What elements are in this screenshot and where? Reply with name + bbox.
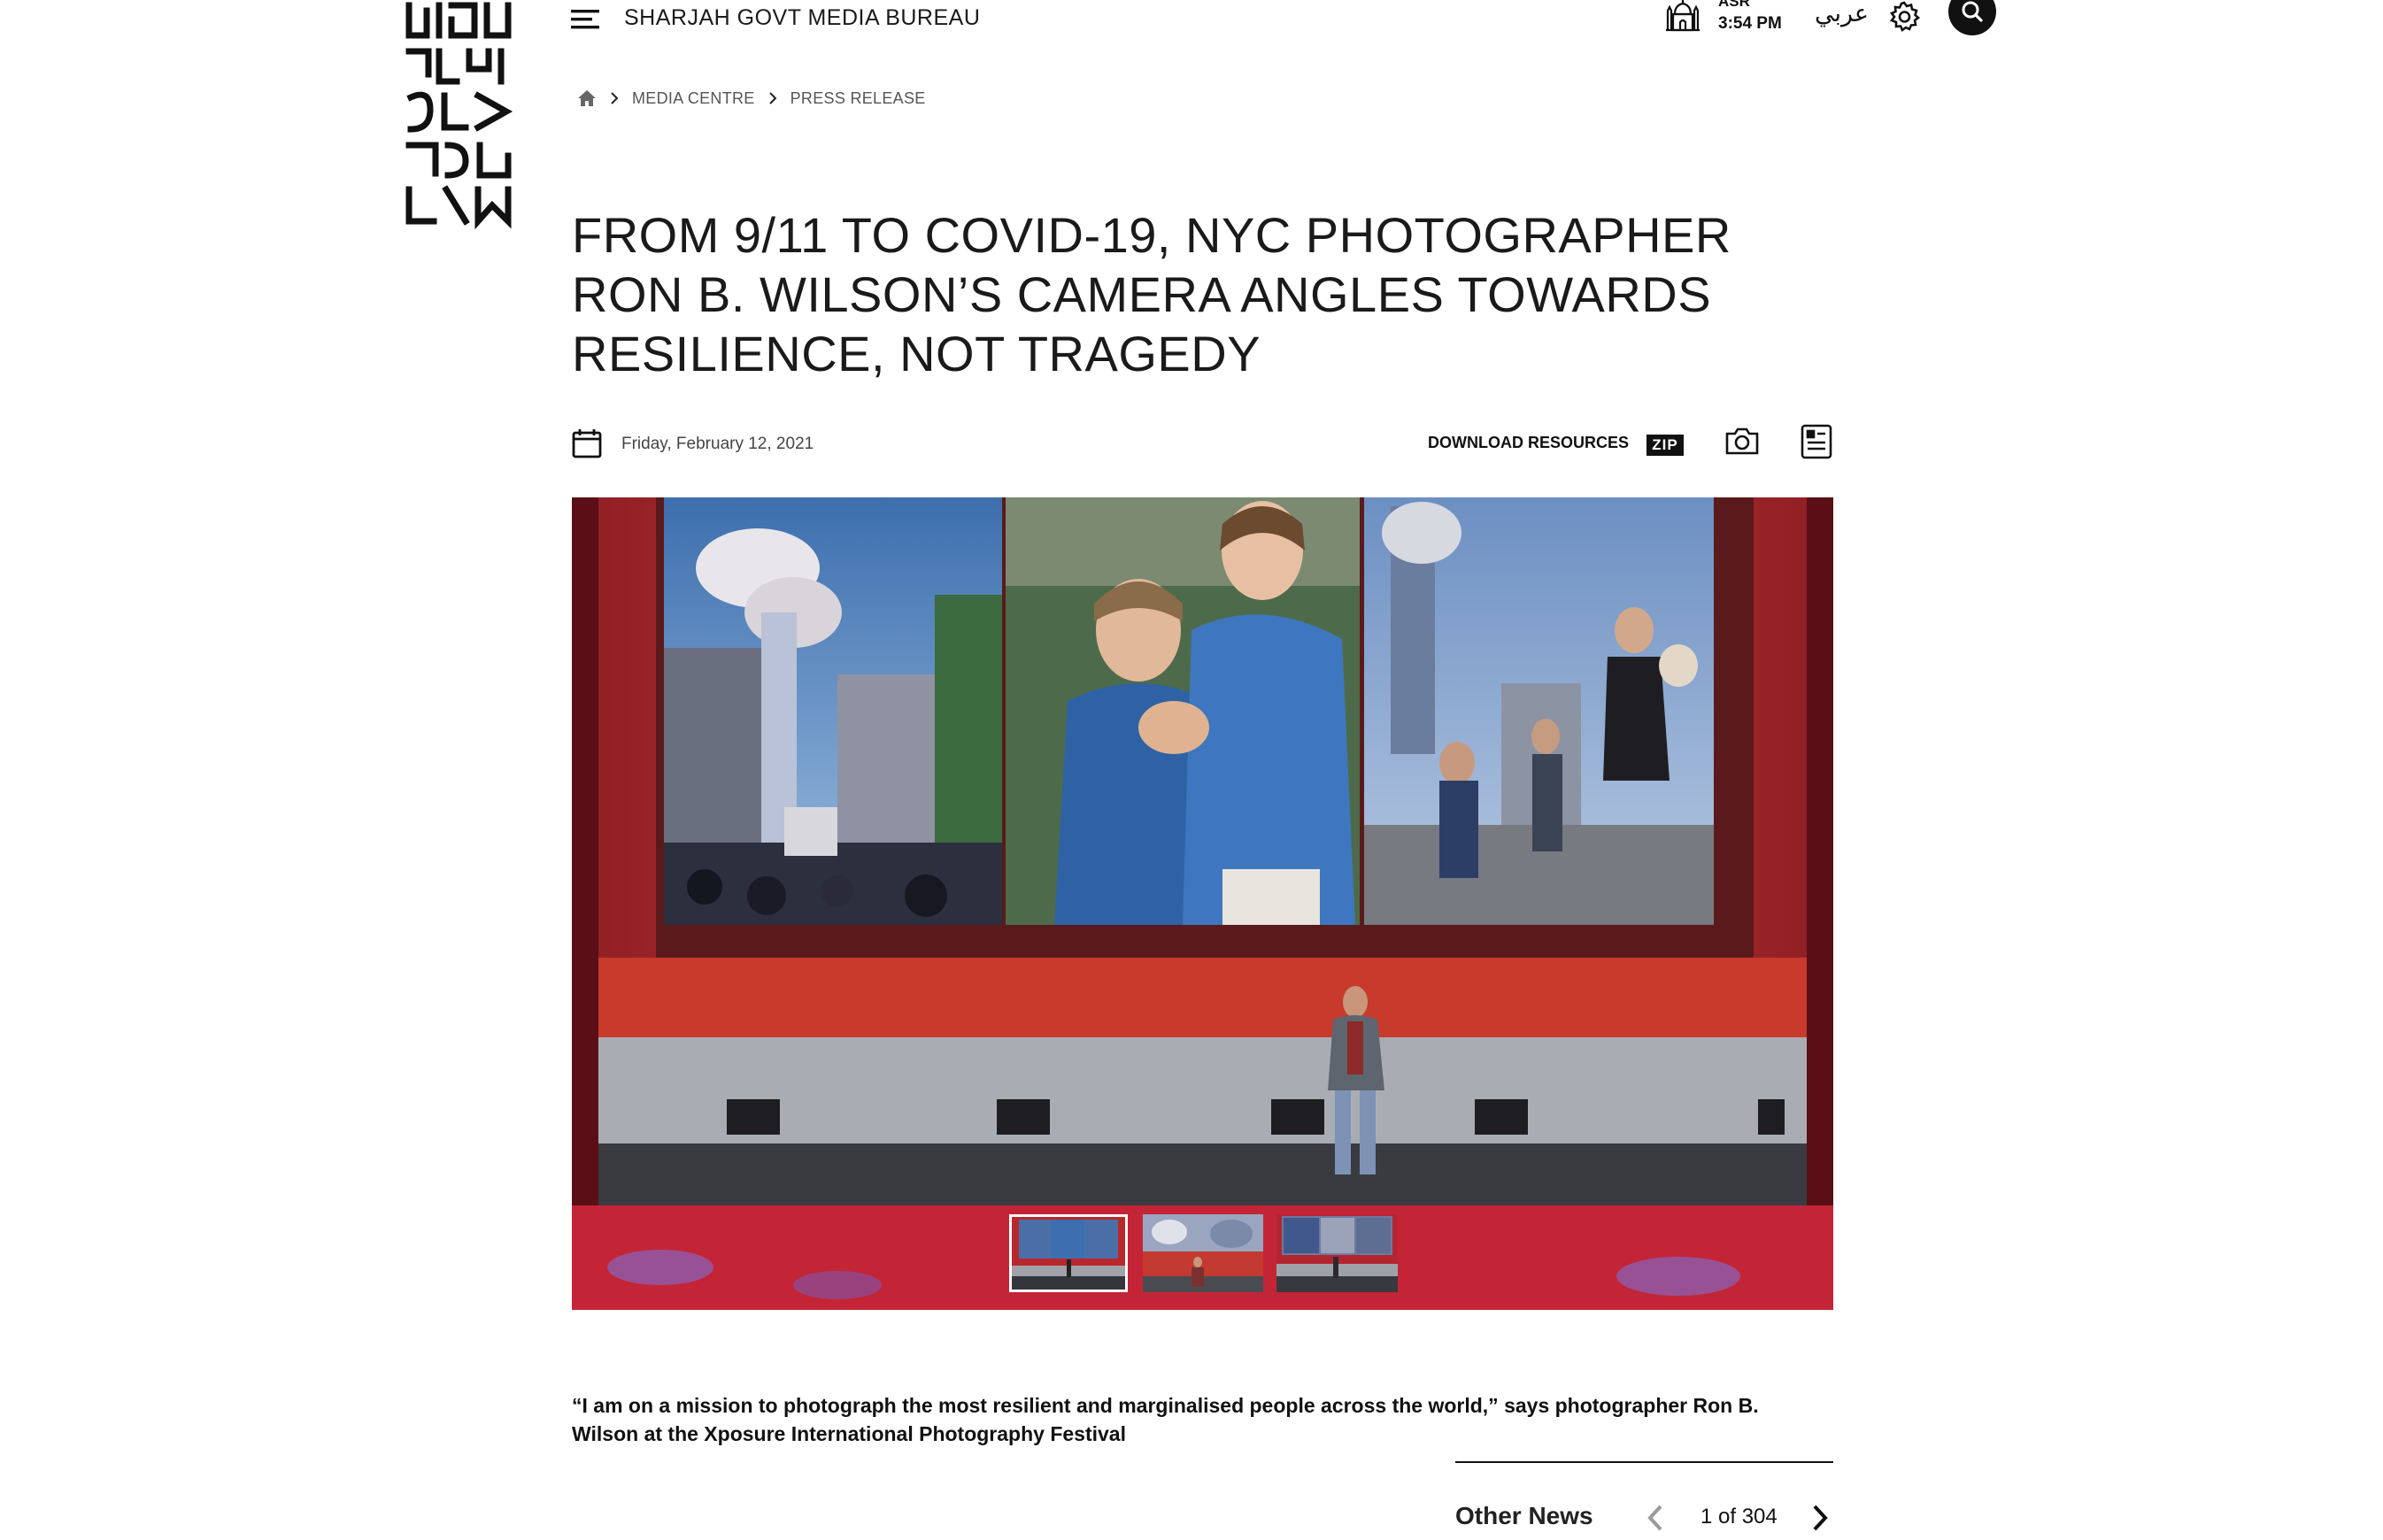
search-icon — [1962, 1, 1983, 22]
article-date: Friday, February 12, 2021 — [621, 435, 814, 453]
home-icon[interactable] — [577, 89, 597, 107]
other-news-next-button[interactable] — [1808, 1503, 1832, 1533]
camera-icon — [1725, 427, 1759, 455]
chevron-left-icon — [1647, 1505, 1662, 1531]
other-news-label: Other News — [1455, 1502, 1593, 1529]
other-news-page-indicator: 1 of 304 — [1700, 1505, 1778, 1528]
calendar-icon — [572, 428, 602, 458]
thumbnail-image — [1143, 1214, 1263, 1292]
chevron-right-icon — [1813, 1505, 1828, 1531]
other-news-prev-button[interactable] — [1643, 1503, 1668, 1533]
gear-icon — [1889, 1, 1921, 33]
sharjah-media-logo[interactable] — [404, 0, 513, 232]
hamburger-menu-icon — [571, 10, 599, 29]
chevron-right-icon — [768, 92, 777, 104]
article-summary: “I am on a mission to photograph the mos… — [572, 1394, 1759, 1445]
search-button[interactable] — [1948, 0, 1996, 35]
thumbnail-image — [1012, 1217, 1125, 1290]
gallery-thumbnail-2[interactable] — [1143, 1214, 1263, 1292]
thumbnail-image — [1276, 1214, 1398, 1292]
breadcrumb-media-centre[interactable]: MEDIA CENTRE — [632, 89, 755, 108]
breadcrumb: MEDIA CENTRE PRESS RELEASE — [577, 87, 926, 110]
other-news-divider — [1455, 1461, 1833, 1463]
gallery-thumbnail-3[interactable] — [1276, 1214, 1398, 1292]
site-title[interactable]: SHARJAH GOVT MEDIA BUREAU — [624, 5, 980, 31]
mosque-icon — [1664, 0, 1701, 34]
settings-button[interactable] — [1887, 0, 1921, 34]
chevron-right-icon — [611, 92, 619, 104]
prayer-time: 3:54 PM — [1718, 14, 1782, 33]
menu-button[interactable] — [569, 4, 601, 35]
language-toggle-link[interactable]: عربي — [1815, 0, 1869, 27]
zip-download-badge[interactable]: ZIP — [1647, 435, 1684, 456]
article-hero-image[interactable] — [572, 497, 1833, 1310]
gallery-thumbnail-1[interactable] — [1009, 1214, 1128, 1292]
document-icon — [1801, 424, 1832, 459]
article-title: FROM 9/11 TO COVID-19, NYC PHOTOGRAPHER … — [572, 207, 1731, 381]
prayer-name: ASR — [1718, 0, 1750, 10]
photos-download-button[interactable] — [1724, 423, 1761, 458]
text-download-button[interactable] — [1800, 423, 1833, 460]
download-resources-link[interactable]: DOWNLOAD RESOURCES — [1428, 434, 1629, 452]
breadcrumb-press-release[interactable]: PRESS RELEASE — [790, 89, 926, 108]
